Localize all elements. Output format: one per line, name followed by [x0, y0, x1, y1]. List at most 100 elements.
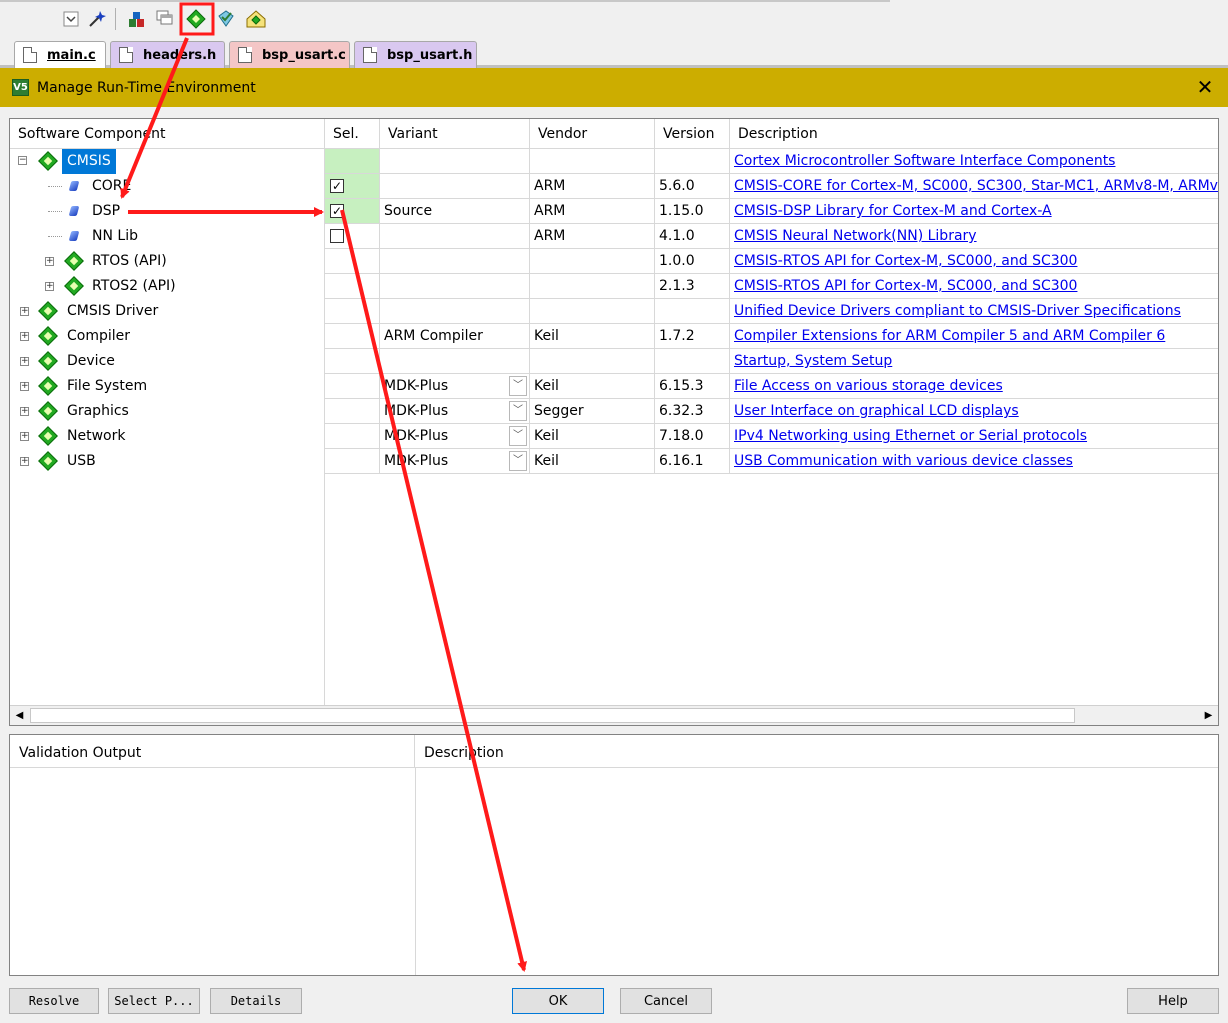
description-link[interactable]: CMSIS Neural Network(NN) Library [730, 224, 1218, 249]
tree-node[interactable]: + Graphics [10, 399, 325, 424]
description-link[interactable]: USB Communication with various device cl… [730, 449, 1218, 474]
sel-cell[interactable] [325, 299, 380, 324]
sel-cell[interactable]: ✓ [325, 199, 380, 224]
table-row[interactable]: DSP ✓ Source ARM 1.15.0 CMSIS-DSP Librar… [10, 199, 1218, 224]
collapse-icon[interactable]: − [18, 156, 27, 165]
gem-check-icon[interactable] [215, 8, 237, 30]
close-button[interactable]: ✕ [1194, 76, 1216, 98]
sel-cell[interactable]: ✓ [325, 174, 380, 199]
tree-node[interactable]: NN Lib [10, 224, 325, 249]
tab-main-c[interactable]: main.c [14, 41, 106, 68]
col-header-description[interactable]: Description [730, 119, 1218, 149]
tab-bsp-usart-h[interactable]: bsp_usart.h [354, 41, 477, 68]
expand-icon[interactable]: + [20, 432, 29, 441]
table-row[interactable]: + CMSIS Driver Unified Device Drivers co… [10, 299, 1218, 324]
expand-icon[interactable]: + [20, 332, 29, 341]
tab-headers-h[interactable]: headers.h [110, 41, 225, 68]
sel-cell[interactable] [325, 449, 380, 474]
col-header-variant[interactable]: Variant [380, 119, 530, 149]
sel-cell[interactable] [325, 374, 380, 399]
sel-cell[interactable] [325, 424, 380, 449]
expand-icon[interactable]: + [45, 282, 54, 291]
expand-icon[interactable]: + [20, 382, 29, 391]
table-row[interactable]: + File System MDK-Plus ﹀ Keil 6.15.3 File… [10, 374, 1218, 399]
description-link[interactable]: CMSIS-CORE for Cortex-M, SC000, SC300, S… [730, 174, 1218, 199]
description-link[interactable]: CMSIS-RTOS API for Cortex-M, SC000, and … [730, 274, 1218, 299]
tree-node[interactable]: + USB [10, 449, 325, 474]
description-link[interactable]: Compiler Extensions for ARM Compiler 5 a… [730, 324, 1218, 349]
sel-cell[interactable] [325, 324, 380, 349]
help-button[interactable]: Help [1127, 988, 1219, 1014]
scroll-left-icon[interactable]: ◀ [11, 708, 28, 724]
variant-select[interactable]: MDK-Plus ﹀ [380, 449, 530, 474]
table-row[interactable]: + Compiler ARM Compiler Keil 1.7.2 Compi… [10, 324, 1218, 349]
build-target-icon[interactable] [126, 8, 148, 30]
tab-bsp-usart-c[interactable]: bsp_usart.c [229, 41, 350, 68]
description-link[interactable]: IPv4 Networking using Ethernet or Serial… [730, 424, 1218, 449]
details-button[interactable]: Details [210, 988, 302, 1014]
table-row[interactable]: NN Lib ARM 4.1.0 CMSIS Neural Network(NN… [10, 224, 1218, 249]
col-header-component[interactable]: Software Component [10, 119, 325, 149]
sel-checkbox[interactable] [330, 229, 344, 243]
scrollbar-thumb[interactable] [30, 708, 1075, 723]
table-row[interactable]: CORE ✓ ARM 5.6.0 CMSIS-CORE for Cortex-M… [10, 174, 1218, 199]
sel-cell[interactable] [325, 274, 380, 299]
sel-cell[interactable] [325, 249, 380, 274]
pack-installer-icon[interactable] [245, 8, 267, 30]
sel-cell[interactable] [325, 149, 380, 174]
table-row[interactable]: + USB MDK-Plus ﹀ Keil 6.16.1 USB Communic… [10, 449, 1218, 474]
chevron-down-icon[interactable]: ﹀ [509, 376, 527, 396]
table-row[interactable]: + RTOS2 (API) 2.1.3 CMSIS-RTOS API for C… [10, 274, 1218, 299]
description-link[interactable]: CMSIS-RTOS API for Cortex-M, SC000, and … [730, 249, 1218, 274]
sel-cell[interactable] [325, 224, 380, 249]
description-link[interactable]: Startup, System Setup [730, 349, 1218, 374]
resolve-button[interactable]: Resolve [9, 988, 99, 1014]
chevron-down-icon[interactable]: ﹀ [509, 401, 527, 421]
tree-node[interactable]: + Device [10, 349, 325, 374]
tree-node[interactable]: + CMSIS Driver [10, 299, 325, 324]
tree-node[interactable]: + File System [10, 374, 325, 399]
cancel-button[interactable]: Cancel [620, 988, 712, 1014]
col-header-version[interactable]: Version [655, 119, 730, 149]
tree-node[interactable]: − CMSIS [10, 149, 325, 174]
tree-node[interactable]: CORE [10, 174, 325, 199]
stack-windows-icon[interactable] [154, 8, 176, 30]
description-link[interactable]: File Access on various storage devices [730, 374, 1218, 399]
select-packs-button[interactable]: Select P... [108, 988, 200, 1014]
dropdown-arrow-icon[interactable] [60, 8, 82, 30]
ok-button[interactable]: OK [512, 988, 604, 1014]
variant-select[interactable]: MDK-Plus ﹀ [380, 399, 530, 424]
description-link[interactable]: Unified Device Drivers compliant to CMSI… [730, 299, 1218, 324]
tree-node[interactable]: + RTOS2 (API) [10, 274, 325, 299]
validation-description-header[interactable]: Description [415, 735, 1218, 768]
tree-node[interactable]: + RTOS (API) [10, 249, 325, 274]
tree-node[interactable]: + Compiler [10, 324, 325, 349]
table-row[interactable]: + RTOS (API) 1.0.0 CMSIS-RTOS API for Co… [10, 249, 1218, 274]
manage-rte-icon[interactable] [185, 8, 207, 30]
description-link[interactable]: Cortex Microcontroller Software Interfac… [730, 149, 1218, 174]
sel-checkbox[interactable]: ✓ [330, 179, 344, 193]
sel-cell[interactable] [325, 349, 380, 374]
sel-checkbox[interactable]: ✓ [330, 204, 344, 218]
table-row[interactable]: + Network MDK-Plus ﹀ Keil 7.18.0 IPv4 Net… [10, 424, 1218, 449]
col-header-vendor[interactable]: Vendor [530, 119, 655, 149]
expand-icon[interactable]: + [20, 407, 29, 416]
magic-wand-icon[interactable] [86, 8, 108, 30]
variant-select[interactable]: MDK-Plus ﹀ [380, 374, 530, 399]
col-header-sel[interactable]: Sel. [325, 119, 380, 149]
chevron-down-icon[interactable]: ﹀ [509, 426, 527, 446]
expand-icon[interactable]: + [20, 457, 29, 466]
description-link[interactable]: User Interface on graphical LCD displays [730, 399, 1218, 424]
table-row[interactable]: − CMSIS Cortex Microcontroller Software … [10, 149, 1218, 174]
description-link[interactable]: CMSIS-DSP Library for Cortex-M and Corte… [730, 199, 1218, 224]
table-row[interactable]: + Device Startup, System Setup [10, 349, 1218, 374]
validation-output-header[interactable]: Validation Output [10, 735, 415, 768]
expand-icon[interactable]: + [20, 357, 29, 366]
sel-cell[interactable] [325, 399, 380, 424]
variant-select[interactable]: MDK-Plus ﹀ [380, 424, 530, 449]
expand-icon[interactable]: + [20, 307, 29, 316]
chevron-down-icon[interactable]: ﹀ [509, 451, 527, 471]
expand-icon[interactable]: + [45, 257, 54, 266]
tree-node[interactable]: + Network [10, 424, 325, 449]
horizontal-scrollbar[interactable]: ◀ ▶ [10, 705, 1218, 725]
